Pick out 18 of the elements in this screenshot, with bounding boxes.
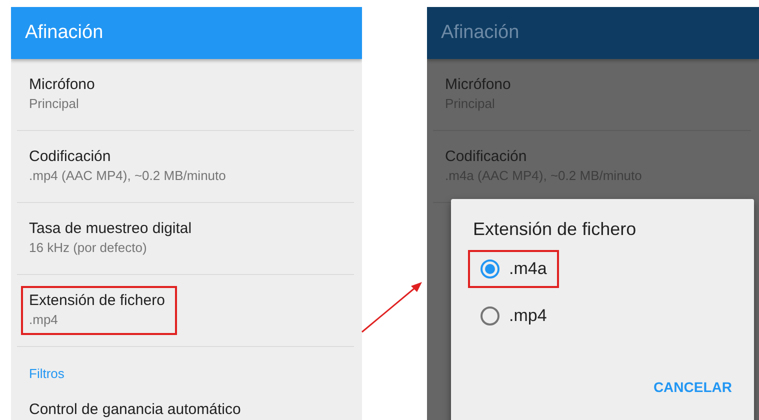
setting-title[interactable]: Extensión de fichero bbox=[29, 292, 165, 309]
screen-title: Afinación bbox=[441, 22, 520, 44]
arrow bbox=[362, 282, 422, 333]
radio-selected-icon[interactable] bbox=[480, 259, 500, 279]
setting-value: Principal bbox=[29, 96, 80, 111]
screen-title: Afinación bbox=[25, 22, 104, 44]
radio-empty-icon[interactable] bbox=[480, 306, 500, 326]
setting-title[interactable]: Tasa de muestreo digital bbox=[29, 220, 192, 237]
setting-title[interactable]: Codificación bbox=[29, 148, 226, 165]
category-heading: Filtros bbox=[29, 366, 64, 381]
setting-title[interactable]: Micrófono bbox=[29, 76, 95, 93]
radio-option[interactable]: .m4a bbox=[468, 250, 559, 288]
setting-value: 16 kHz (por defecto) bbox=[29, 240, 148, 255]
radio-option[interactable]: .mp4 bbox=[468, 297, 559, 335]
setting-value: .mp4 (AAC MP4), ~0.2 MB/minuto bbox=[29, 168, 226, 183]
dialog-title: Extensión de fichero bbox=[473, 219, 638, 240]
setting-value: .mp4 bbox=[29, 312, 59, 327]
setting-title[interactable]: Control de ganancia automático bbox=[29, 401, 241, 418]
